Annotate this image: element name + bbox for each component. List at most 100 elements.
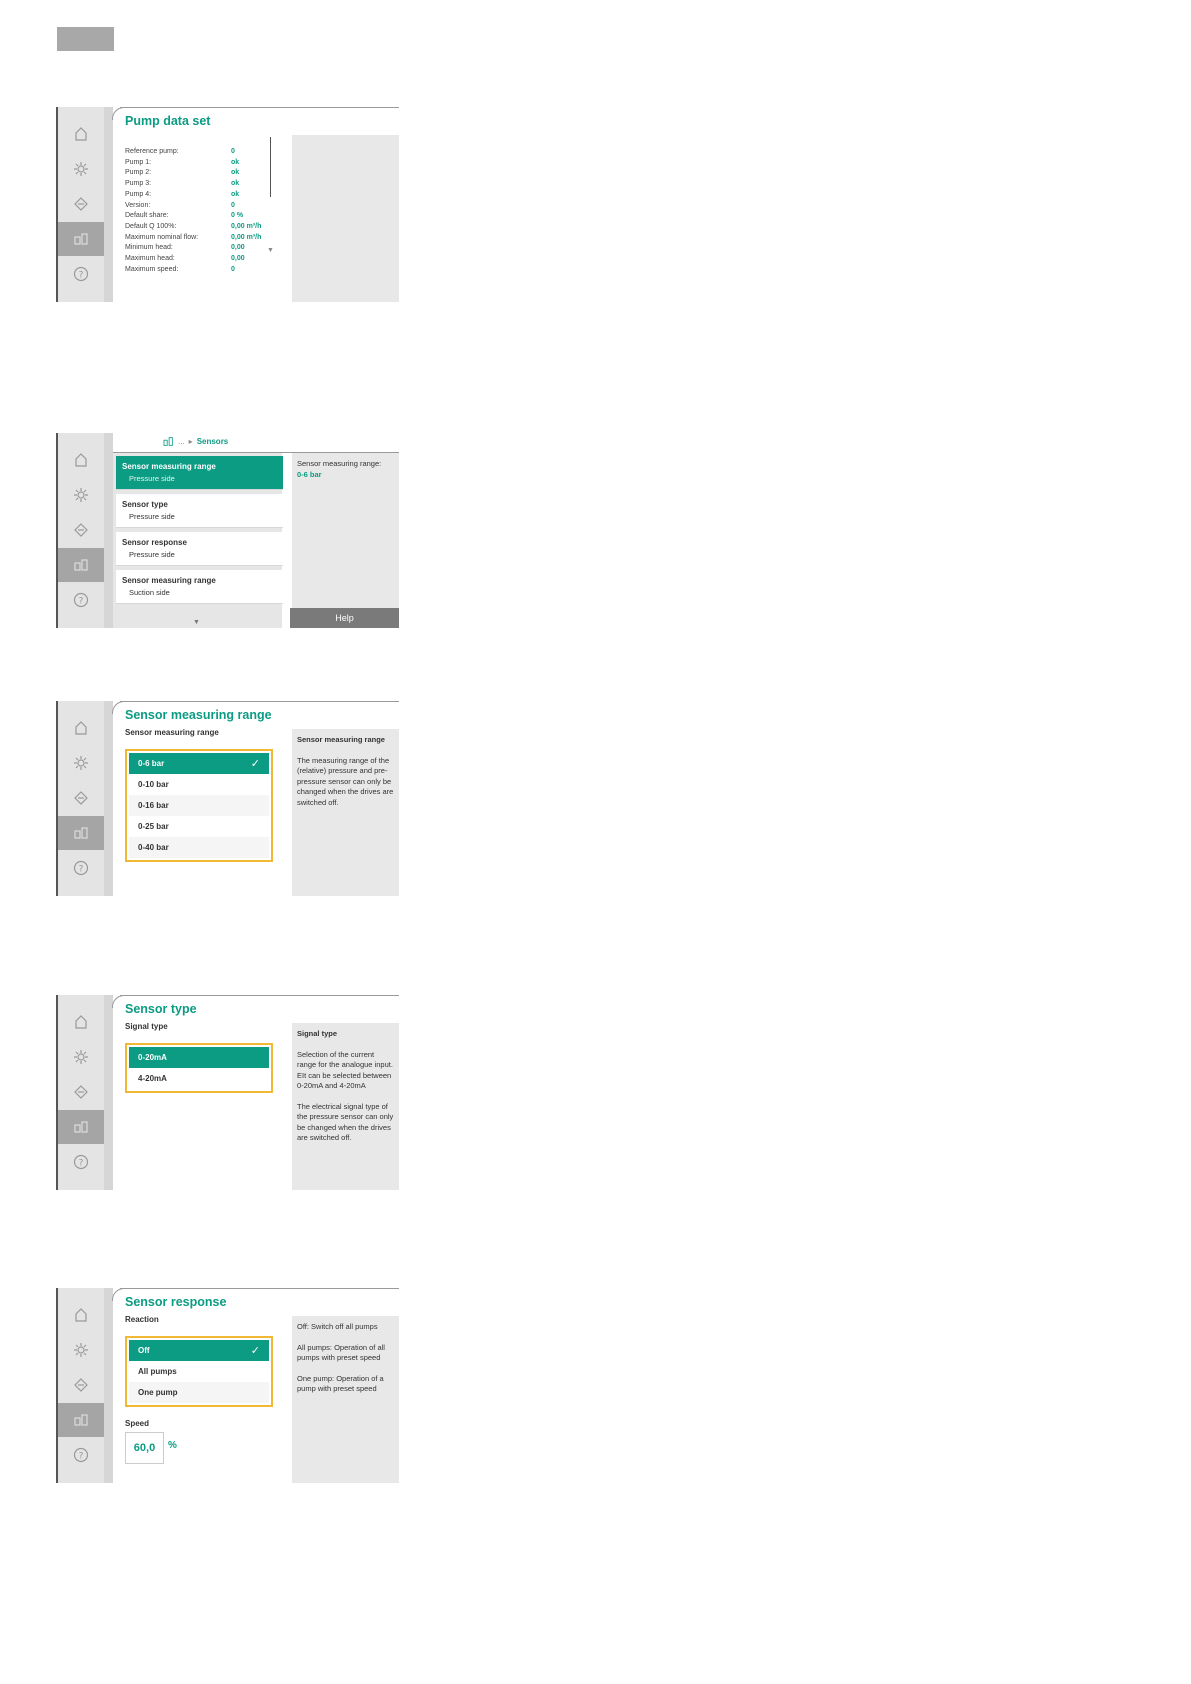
help-text: The measuring range of the (relative) pr…: [297, 755, 394, 807]
menu-list: Sensor measuring range Pressure side Sen…: [113, 453, 283, 628]
help-text: EIt can be selected between 0-20mA and 4…: [297, 1070, 392, 1091]
help-panel: Sensor measuring range: 0-6 bar: [292, 453, 399, 608]
list-item: Pump 2: ok: [125, 169, 240, 177]
list-item: Maximum head: 0,00: [125, 255, 245, 263]
pump-data-list: Reference pump: 0 Pump 1: ok Pump 2: ok Pum…: [125, 147, 261, 275]
pumps-icon[interactable]: [58, 816, 104, 850]
help-panel: Off: Switch off all pumps All pumps: Ope…: [292, 1316, 399, 1483]
option-item[interactable]: 0-6 bar ✓: [129, 753, 269, 774]
option-item[interactable]: 4-20mA: [129, 1068, 269, 1089]
help-text: One pump: Operation of a pump with prese…: [297, 1373, 384, 1394]
pumps-icon[interactable]: [58, 1110, 104, 1144]
help-icon[interactable]: ?: [58, 583, 104, 617]
page-title: Pump data set: [125, 114, 211, 128]
check-icon: ✓: [250, 758, 260, 770]
section-label: Sensor measuring range: [125, 728, 219, 737]
list-item: Default share: 0 %: [125, 212, 244, 220]
help-text: Off: Switch off all pumps: [297, 1322, 378, 1331]
list-item: Version: 0: [125, 201, 235, 209]
side-rail: ?: [56, 107, 113, 302]
section-label: Reaction: [125, 1315, 159, 1324]
option-item[interactable]: 0-16 bar: [129, 795, 269, 816]
page-title: Sensor type: [125, 1002, 197, 1016]
gear-icon[interactable]: [58, 1333, 104, 1367]
gear-icon[interactable]: [58, 152, 104, 186]
side-rail: ?: [56, 1288, 113, 1483]
diagnostics-icon[interactable]: [58, 187, 104, 221]
diagnostics-icon[interactable]: [58, 513, 104, 547]
home-icon[interactable]: [58, 1005, 104, 1039]
side-rail: ?: [56, 995, 113, 1190]
help-label: Sensor measuring range:: [297, 459, 382, 468]
side-rail: ?: [56, 701, 113, 896]
page-title: Sensor response: [125, 1295, 227, 1309]
help-icon[interactable]: ?: [58, 1438, 104, 1472]
help-title: Sensor measuring range: [297, 735, 385, 744]
help-button[interactable]: Help: [290, 608, 399, 628]
section-label: Signal type: [125, 1022, 168, 1031]
option-item[interactable]: 0-20mA: [129, 1047, 269, 1068]
speed-input[interactable]: 60,0: [125, 1432, 164, 1464]
option-item[interactable]: 0-10 bar: [129, 774, 269, 795]
list-item: Maximum speed: 0: [125, 265, 235, 273]
help-value: 0-6 bar: [297, 469, 322, 479]
breadcrumb[interactable]: ... ▸ Sensors: [163, 437, 228, 446]
diagnostics-icon[interactable]: [58, 781, 104, 815]
page-title: Sensor measuring range: [125, 708, 272, 722]
home-icon[interactable]: [58, 117, 104, 151]
help-text: All pumps: Operation of all pumps with p…: [297, 1342, 385, 1363]
menu-item-sensor-type[interactable]: Sensor type Pressure side: [116, 494, 283, 528]
help-icon[interactable]: ?: [58, 1145, 104, 1179]
option-item[interactable]: All pumps: [129, 1361, 269, 1382]
pumps-icon: [163, 437, 173, 446]
speed-label: Speed: [125, 1419, 150, 1428]
option-item[interactable]: One pump: [129, 1382, 269, 1403]
screen-sensors: ? ... ▸ Sensors Sensor measuring range P…: [56, 433, 399, 628]
gear-icon[interactable]: [58, 746, 104, 780]
speed-unit: %: [168, 1440, 177, 1451]
list-item: Pump 4: ok: [125, 190, 240, 198]
chevron-right-icon: ▸: [188, 437, 193, 446]
home-icon[interactable]: [58, 443, 104, 477]
screen-sensor-response: ? Sensor response Reaction Off ✓ All pump…: [56, 1288, 399, 1483]
list-item: Minimum head: 0,00: [125, 244, 245, 252]
pumps-icon[interactable]: [58, 1403, 104, 1437]
svg-text:?: ?: [79, 1159, 84, 1169]
home-icon[interactable]: [58, 711, 104, 745]
menu-item-measuring-range-suction[interactable]: Sensor measuring range Suction side: [116, 570, 283, 604]
scrollbar[interactable]: [270, 137, 271, 197]
pumps-icon[interactable]: [58, 548, 104, 582]
help-icon[interactable]: ?: [58, 851, 104, 885]
diagnostics-icon[interactable]: [58, 1075, 104, 1109]
help-text: The electrical signal type of the pressu…: [297, 1101, 394, 1143]
gear-icon[interactable]: [58, 478, 104, 512]
diagnostics-icon[interactable]: [58, 1368, 104, 1402]
pumps-icon[interactable]: [58, 222, 104, 256]
side-rail: ?: [56, 433, 113, 628]
scroll-down-icon[interactable]: ▼: [267, 247, 274, 254]
scroll-down-icon[interactable]: ▼: [193, 619, 200, 626]
help-panel: Signal type Selection of the current ran…: [292, 1023, 399, 1190]
list-item: Reference pump: 0: [125, 148, 235, 155]
menu-item-sensor-response[interactable]: Sensor response Pressure side: [116, 532, 283, 566]
home-icon[interactable]: [58, 1298, 104, 1332]
check-icon: ✓: [250, 1345, 260, 1357]
option-list: 0-6 bar ✓ 0-10 bar 0-16 bar 0-25 bar 0-40…: [125, 749, 273, 862]
help-icon[interactable]: ?: [58, 257, 104, 291]
breadcrumb-ellipsis: ...: [178, 437, 185, 446]
help-text: Selection of the current range for the a…: [297, 1049, 393, 1070]
option-item[interactable]: Off ✓: [129, 1340, 269, 1361]
breadcrumb-current: Sensors: [196, 437, 229, 446]
option-list: 0-20mA 4-20mA: [125, 1043, 273, 1093]
screen-measuring-range: ? Sensor measuring range Sensor measurin…: [56, 701, 399, 896]
menu-item-measuring-range-pressure[interactable]: Sensor measuring range Pressure side: [116, 456, 283, 490]
list-item: Pump 1: ok: [125, 158, 240, 166]
screen-pump-data-set: ? Pump data set Reference pump: 0 Pump 1:…: [56, 107, 399, 302]
option-item[interactable]: 0-40 bar: [129, 837, 269, 858]
screen-sensor-type: ? Sensor type Signal type 0-20mA 4-20mA …: [56, 995, 399, 1190]
svg-text:?: ?: [79, 1452, 84, 1462]
option-item[interactable]: 0-25 bar: [129, 816, 269, 837]
help-title: Signal type: [297, 1029, 338, 1038]
page-tab-marker: [57, 27, 114, 51]
gear-icon[interactable]: [58, 1040, 104, 1074]
